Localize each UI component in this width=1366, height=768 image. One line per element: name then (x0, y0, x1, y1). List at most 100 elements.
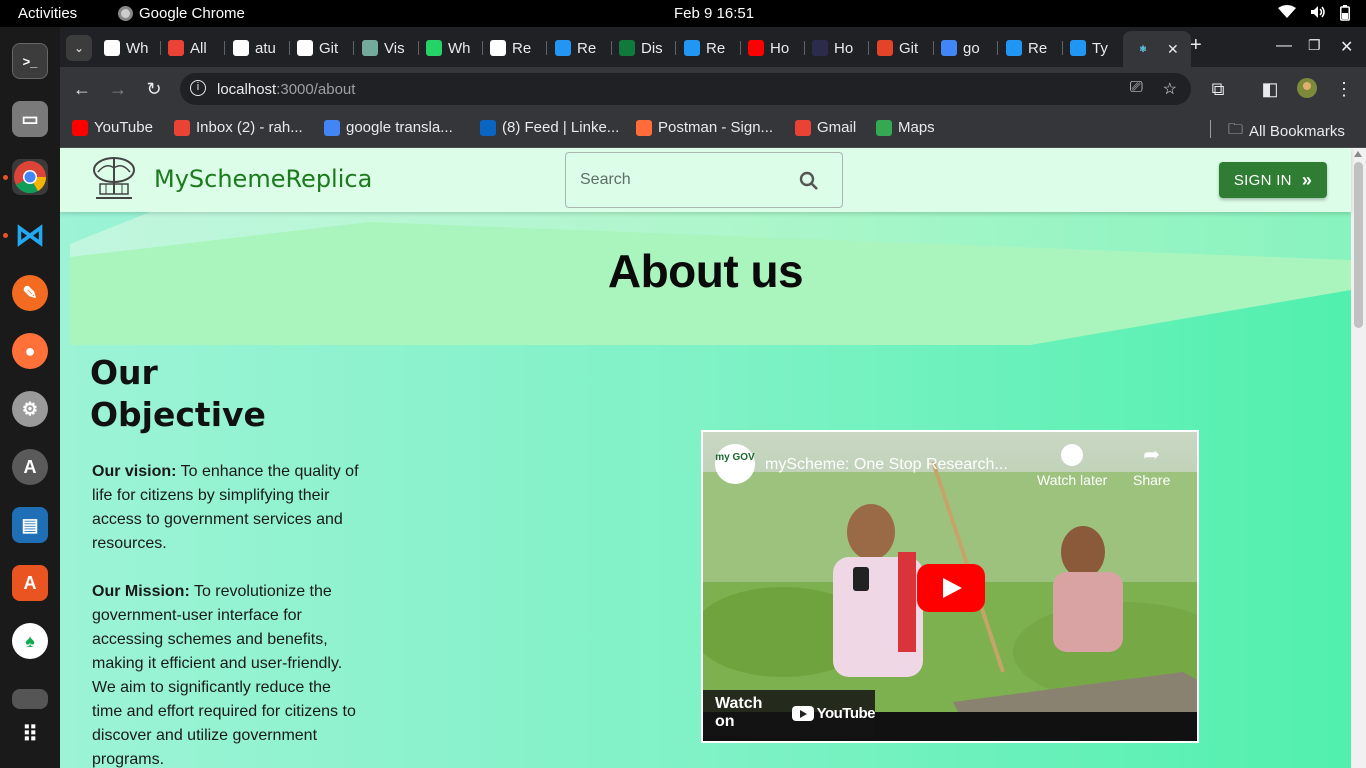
writer-icon[interactable]: ▤ (12, 507, 48, 543)
bookmark-label: Inbox (2) - rah... (196, 119, 303, 136)
em-icon (812, 40, 828, 56)
watch-on-youtube-link[interactable]: Watch on YouTube (703, 690, 876, 736)
page-title: About us (607, 245, 804, 297)
tab[interactable]: Re (1006, 35, 1050, 61)
tab[interactable]: Ho (748, 35, 792, 61)
tab-label: Wh (448, 39, 470, 57)
bookmark-label: YouTube (94, 119, 153, 136)
bookmark-item[interactable]: google transla... (324, 119, 453, 136)
fs-icon (490, 40, 506, 56)
bookmark-item[interactable]: Postman - Sign... (636, 119, 773, 136)
minimize-icon[interactable]: — (1276, 37, 1292, 55)
maximize-icon[interactable]: ❐ (1308, 37, 1321, 54)
bookmark-item[interactable]: (8) Feed | Linke... (480, 119, 619, 136)
sign-in-button[interactable]: SIGN IN » (1219, 162, 1327, 198)
bihar-govt-logo[interactable] (86, 154, 142, 206)
tab-separator (160, 41, 161, 55)
tab[interactable]: Vis (362, 35, 406, 61)
side-panel-icon[interactable]: ◧ (1260, 79, 1280, 100)
reload-icon[interactable]: ↻ (144, 79, 164, 100)
updates-icon[interactable]: A (12, 449, 48, 485)
bookmark-item[interactable]: Inbox (2) - rah... (174, 119, 303, 136)
all-bookmarks-button[interactable]: 🗀 All Bookmarks (1228, 119, 1345, 144)
new-tab-button[interactable]: + (1190, 34, 1202, 57)
tab-active[interactable]: ⚛ ✕ (1123, 31, 1191, 67)
bookmark-item[interactable]: Maps (876, 119, 935, 136)
chrome-app-icon (118, 6, 133, 21)
tab-search-button[interactable]: ⌄ (66, 35, 92, 61)
share-button[interactable]: ➦ Share (1133, 444, 1170, 488)
tab-label: Dis (641, 39, 663, 57)
tab[interactable]: All (168, 35, 212, 61)
install-app-icon[interactable]: ⎚ (1130, 79, 1143, 99)
scroll-up-arrow-icon[interactable] (1354, 151, 1362, 157)
youtube-play-icon (791, 705, 814, 721)
tab-label: Ty (1092, 39, 1108, 57)
url-text[interactable]: localhost:3000/about (217, 81, 355, 98)
tab[interactable]: Dis (619, 35, 663, 61)
video-title[interactable]: myScheme: One Stop Research... (765, 456, 1008, 474)
watch-later-button[interactable]: Watch later (1037, 444, 1107, 488)
activities-button[interactable]: Activities (18, 5, 77, 22)
postman-icon[interactable]: ✎ (12, 275, 48, 311)
tab-label: Git (319, 39, 339, 57)
back-icon[interactable]: ← (72, 79, 92, 100)
tab[interactable]: Git (297, 35, 341, 61)
settings-icon[interactable]: ⚙ (12, 391, 48, 427)
firefox-icon[interactable]: ● (12, 333, 48, 369)
tab[interactable]: Ty (1070, 35, 1114, 61)
tab[interactable]: Re (490, 35, 534, 61)
address-bar[interactable]: i localhost:3000/about ⎚ ☆ (180, 73, 1191, 105)
tab[interactable]: go (941, 35, 985, 61)
close-window-icon[interactable]: ✕ (1340, 37, 1353, 57)
site-info-icon[interactable]: i (190, 80, 206, 96)
chrome-icon[interactable] (12, 159, 48, 195)
search-input[interactable] (566, 153, 786, 207)
tab-label: Re (512, 39, 532, 57)
tab-label: Ho (834, 39, 854, 57)
tab-separator (997, 41, 998, 55)
tab[interactable]: Ho (812, 35, 856, 61)
scrollbar-thumb[interactable] (1354, 162, 1363, 328)
close-tab-icon[interactable]: ✕ (1167, 41, 1179, 58)
bookmark-item[interactable]: YouTube (72, 119, 153, 136)
app-grid-icon[interactable]: ⠿ (12, 717, 48, 753)
drive-icon[interactable] (12, 689, 48, 709)
battery-icon (1340, 5, 1350, 24)
page-scrollbar[interactable] (1351, 148, 1366, 768)
tab[interactable]: Wh (426, 35, 470, 61)
tab[interactable]: Git (877, 35, 921, 61)
volume-icon (1310, 5, 1326, 24)
extensions-icon[interactable]: ⧉ (1208, 79, 1228, 100)
app-center-icon[interactable]: A (12, 565, 48, 601)
files-icon[interactable]: ▭ (12, 101, 48, 137)
play-button[interactable] (917, 564, 985, 612)
clock[interactable]: Feb 9 16:51 (674, 5, 754, 22)
site-title[interactable]: MySchemeReplica (154, 165, 372, 193)
bookmark-label: Gmail (817, 119, 857, 136)
tab-label: Vis (384, 39, 405, 57)
bookmarks-divider (1210, 120, 1211, 138)
bookmark-star-icon[interactable]: ☆ (1163, 79, 1177, 99)
system-tray[interactable] (1278, 5, 1350, 24)
chevron-down-icon: ⌄ (73, 41, 85, 55)
bookmark-item[interactable]: Gmail (795, 119, 856, 136)
postman-icon (636, 119, 652, 136)
tab[interactable]: Re (555, 35, 599, 61)
youtube-video-embed[interactable]: my GOV myScheme: One Stop Research... Wa… (701, 430, 1199, 743)
search-icon[interactable] (798, 170, 820, 192)
tab[interactable]: Wh (104, 35, 148, 61)
tab[interactable]: Re (684, 35, 728, 61)
app-menu[interactable]: Google Chrome (118, 5, 245, 22)
system-top-bar: Activities Google Chrome Feb 9 16:51 (0, 0, 1366, 27)
tab-label: Ho (770, 39, 790, 57)
mongodb-icon[interactable]: ♠ (12, 623, 48, 659)
tab-label: Re (706, 39, 726, 57)
profile-avatar[interactable] (1296, 77, 1317, 104)
vscode-icon[interactable]: ⋈ (12, 217, 48, 253)
menu-kebab-icon[interactable]: ⋮ (1334, 79, 1354, 100)
terminal-icon[interactable]: >_ (12, 43, 48, 79)
channel-avatar[interactable]: my GOV (715, 444, 755, 484)
forward-icon[interactable]: → (108, 79, 128, 100)
tab[interactable]: atu (233, 35, 277, 61)
